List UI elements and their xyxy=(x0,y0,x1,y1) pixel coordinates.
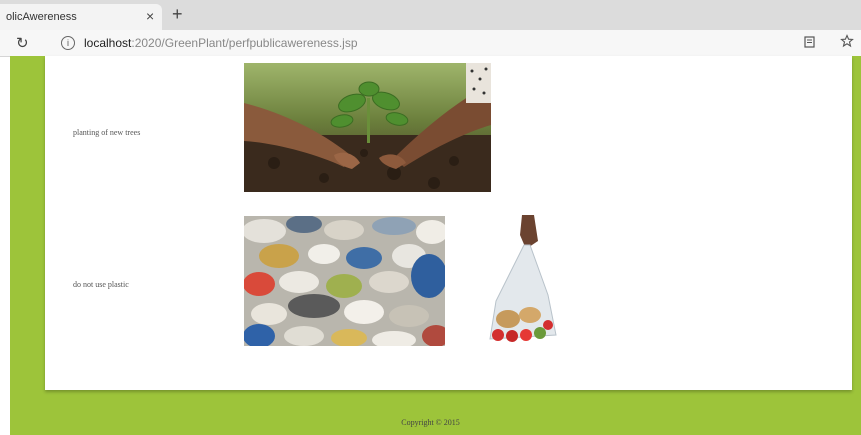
row-label-plastic: do not use plastic xyxy=(73,280,129,289)
reader-mode-icon[interactable] xyxy=(803,35,817,52)
row-label-planting: planting of new trees xyxy=(73,128,141,137)
url-field[interactable]: localhost:2020/GreenPlant/perfpublicawer… xyxy=(84,36,358,50)
browser-tab[interactable]: olicAwereness × xyxy=(0,4,162,30)
refresh-icon[interactable]: ↻ xyxy=(16,34,29,52)
copyright-text: Copyright © 2015 xyxy=(401,418,460,427)
planting-image xyxy=(244,63,491,192)
info-icon[interactable]: i xyxy=(61,36,75,50)
plastic-bag-image xyxy=(486,215,562,346)
url-path: :2020/GreenPlant/perfpublicawereness.jsp xyxy=(131,36,358,50)
close-tab-icon[interactable]: × xyxy=(146,8,154,24)
plastic-waste-image xyxy=(244,216,445,346)
tab-title: olicAwereness xyxy=(6,11,77,23)
tab-strip: olicAwereness × + xyxy=(0,0,861,30)
address-bar: ↻ i localhost:2020/GreenPlant/perfpublic… xyxy=(0,30,861,57)
new-tab-icon[interactable]: + xyxy=(172,4,183,25)
star-icon[interactable] xyxy=(840,34,854,51)
url-host: localhost xyxy=(84,36,132,50)
